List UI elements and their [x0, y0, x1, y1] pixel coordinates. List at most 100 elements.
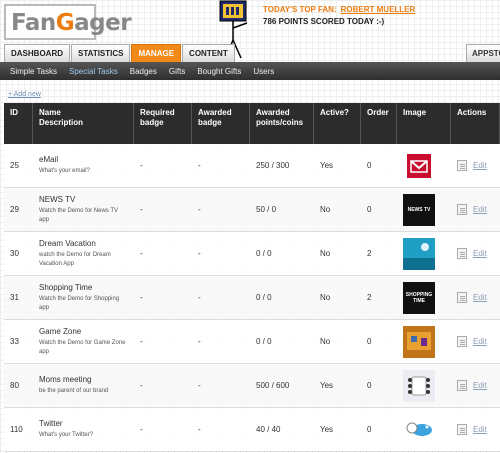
top-fan-label: TODAY'S TOP FAN:	[263, 5, 337, 14]
table-body: 25 eMail What's your email? - - 250 / 30…	[4, 144, 500, 452]
cell-actions: Edit	[451, 408, 500, 451]
cell-actions: Edit	[451, 276, 500, 319]
tab-content[interactable]: CONTENT	[182, 44, 235, 62]
task-thumbnail	[403, 237, 435, 270]
edit-link[interactable]: Edit	[473, 249, 487, 258]
table-row[interactable]: 29 NEWS TV Watch the Demo for News TV ap…	[4, 188, 500, 232]
edit-document-icon[interactable]	[457, 160, 467, 171]
add-new-link[interactable]: + Add new	[8, 91, 41, 98]
edit-document-icon[interactable]	[457, 292, 467, 303]
task-name: Shopping Time	[39, 282, 93, 292]
cell-id: 25	[10, 161, 19, 170]
edit-document-icon[interactable]	[457, 336, 467, 347]
header-awarded-badge[interactable]: Awarded badge	[192, 103, 250, 144]
edit-link[interactable]: Edit	[473, 293, 487, 302]
task-thumbnail	[403, 149, 435, 182]
cell-image	[397, 144, 451, 187]
cell-active: Yes	[320, 425, 334, 434]
task-thumbnail	[403, 413, 435, 446]
edit-link[interactable]: Edit	[473, 337, 487, 346]
edit-link[interactable]: Edit	[473, 425, 487, 434]
cell-order: 0	[367, 161, 372, 170]
header-awarded-points[interactable]: Awarded points/coins	[250, 103, 314, 144]
header-name[interactable]: Name Description	[33, 103, 134, 144]
top-fan-banner: TODAY'S TOP FAN: ROBERT MUELLER	[263, 5, 415, 14]
edit-link[interactable]: Edit	[473, 205, 487, 214]
cell-active: Yes	[320, 161, 334, 170]
table-header: ID Name Description Required badge Award…	[4, 103, 500, 144]
edit-link[interactable]: Edit	[473, 381, 487, 390]
task-thumbnail: NEWS TV	[403, 193, 435, 226]
edit-document-icon[interactable]	[457, 380, 467, 391]
cell-name: eMail What's your email?	[33, 144, 134, 187]
cell-image: NEWS TV	[397, 188, 451, 231]
cell-points: 500 / 600	[256, 381, 290, 390]
header-order[interactable]: Order	[361, 103, 397, 144]
task-description: Watch the Demo for News TV app	[39, 207, 119, 223]
header-id[interactable]: ID	[4, 103, 33, 144]
cell-points: 50 / 0	[256, 205, 277, 214]
cell-required-badge: -	[140, 249, 143, 258]
logo-text-ager: ager	[74, 10, 132, 36]
subnav-badges[interactable]: Badges	[130, 67, 157, 76]
edit-link[interactable]: Edit	[473, 161, 487, 170]
task-name: Moms meeting	[39, 375, 92, 384]
table-row[interactable]: 33 Game Zone Watch the Demo for Game Zon…	[4, 320, 500, 364]
cell-order: 0	[367, 381, 372, 390]
task-thumbnail: SHOPPING TIME	[403, 281, 435, 314]
edit-document-icon[interactable]	[457, 424, 467, 435]
header-name-label: Name	[39, 108, 61, 117]
task-description: What's your email?	[39, 168, 90, 174]
cell-active: No	[320, 337, 331, 346]
edit-document-icon[interactable]	[457, 204, 467, 215]
table-row[interactable]: 30 Dream Vacation watch the Demo for Dre…	[4, 232, 500, 276]
logo-text-g: G	[55, 10, 75, 36]
cell-order: 2	[367, 249, 372, 258]
top-fan-name-link[interactable]: ROBERT MUELLER	[341, 5, 416, 14]
task-description: Watch the Demo for Shopping app	[39, 295, 120, 311]
cell-awarded-badge: -	[198, 425, 201, 434]
cell-points: 40 / 40	[256, 425, 281, 434]
tab-manage[interactable]: MANAGE	[131, 44, 182, 62]
cell-name: Twitter What's your Twitter?	[33, 408, 134, 451]
tab-statistics[interactable]: STATISTICS	[71, 44, 131, 62]
subnav-bought-gifts[interactable]: Bought Gifts	[197, 67, 241, 76]
table-row[interactable]: 80 Moms meeting be the parent of our bra…	[4, 364, 500, 408]
cell-id: 31	[10, 293, 19, 302]
header-image: Image	[397, 103, 451, 144]
cell-actions: Edit	[451, 232, 500, 275]
cell-points: 0 / 0	[256, 337, 272, 346]
subnav-users[interactable]: Users	[253, 67, 274, 76]
header-required-badge[interactable]: Required badge	[134, 103, 192, 144]
cell-id: 30	[10, 249, 19, 258]
cell-required-badge: -	[140, 337, 143, 346]
cell-actions: Edit	[451, 144, 500, 187]
main-tabs: DASHBOARD STATISTICS MANAGE CONTENT	[4, 44, 236, 62]
table-row[interactable]: 31 Shopping Time Watch the Demo for Shop…	[4, 276, 500, 320]
edit-document-icon[interactable]	[457, 248, 467, 259]
header-description-label: Description	[39, 118, 84, 127]
cell-active: Yes	[320, 381, 334, 390]
tab-dashboard[interactable]: DASHBOARD	[4, 44, 70, 62]
task-thumbnail	[403, 325, 435, 358]
task-name: NEWS TV	[39, 194, 76, 204]
cell-active: No	[320, 205, 331, 214]
cell-awarded-badge: -	[198, 161, 201, 170]
cell-order: 0	[367, 205, 372, 214]
cell-required-badge: -	[140, 425, 143, 434]
subnav-special-tasks[interactable]: Special Tasks	[69, 67, 118, 76]
subnav-simple-tasks[interactable]: Simple Tasks	[10, 67, 57, 76]
table-row[interactable]: 25 eMail What's your email? - - 250 / 30…	[4, 144, 500, 188]
cell-required-badge: -	[140, 293, 143, 302]
header-active[interactable]: Active?	[314, 103, 361, 144]
cell-actions: Edit	[451, 364, 500, 407]
cell-actions: Edit	[451, 188, 500, 231]
subnav-gifts[interactable]: Gifts	[169, 67, 185, 76]
tab-appstore[interactable]: APPSTO	[466, 44, 500, 62]
cell-image	[397, 232, 451, 275]
task-name: Dream Vacation	[39, 238, 96, 248]
cell-image	[397, 364, 451, 407]
fangager-logo[interactable]: FanGager	[4, 4, 132, 40]
table-row[interactable]: 110 Twitter What's your Twitter? - - 40 …	[4, 408, 500, 452]
task-description: Watch the Demo for Game Zone app	[39, 339, 126, 355]
